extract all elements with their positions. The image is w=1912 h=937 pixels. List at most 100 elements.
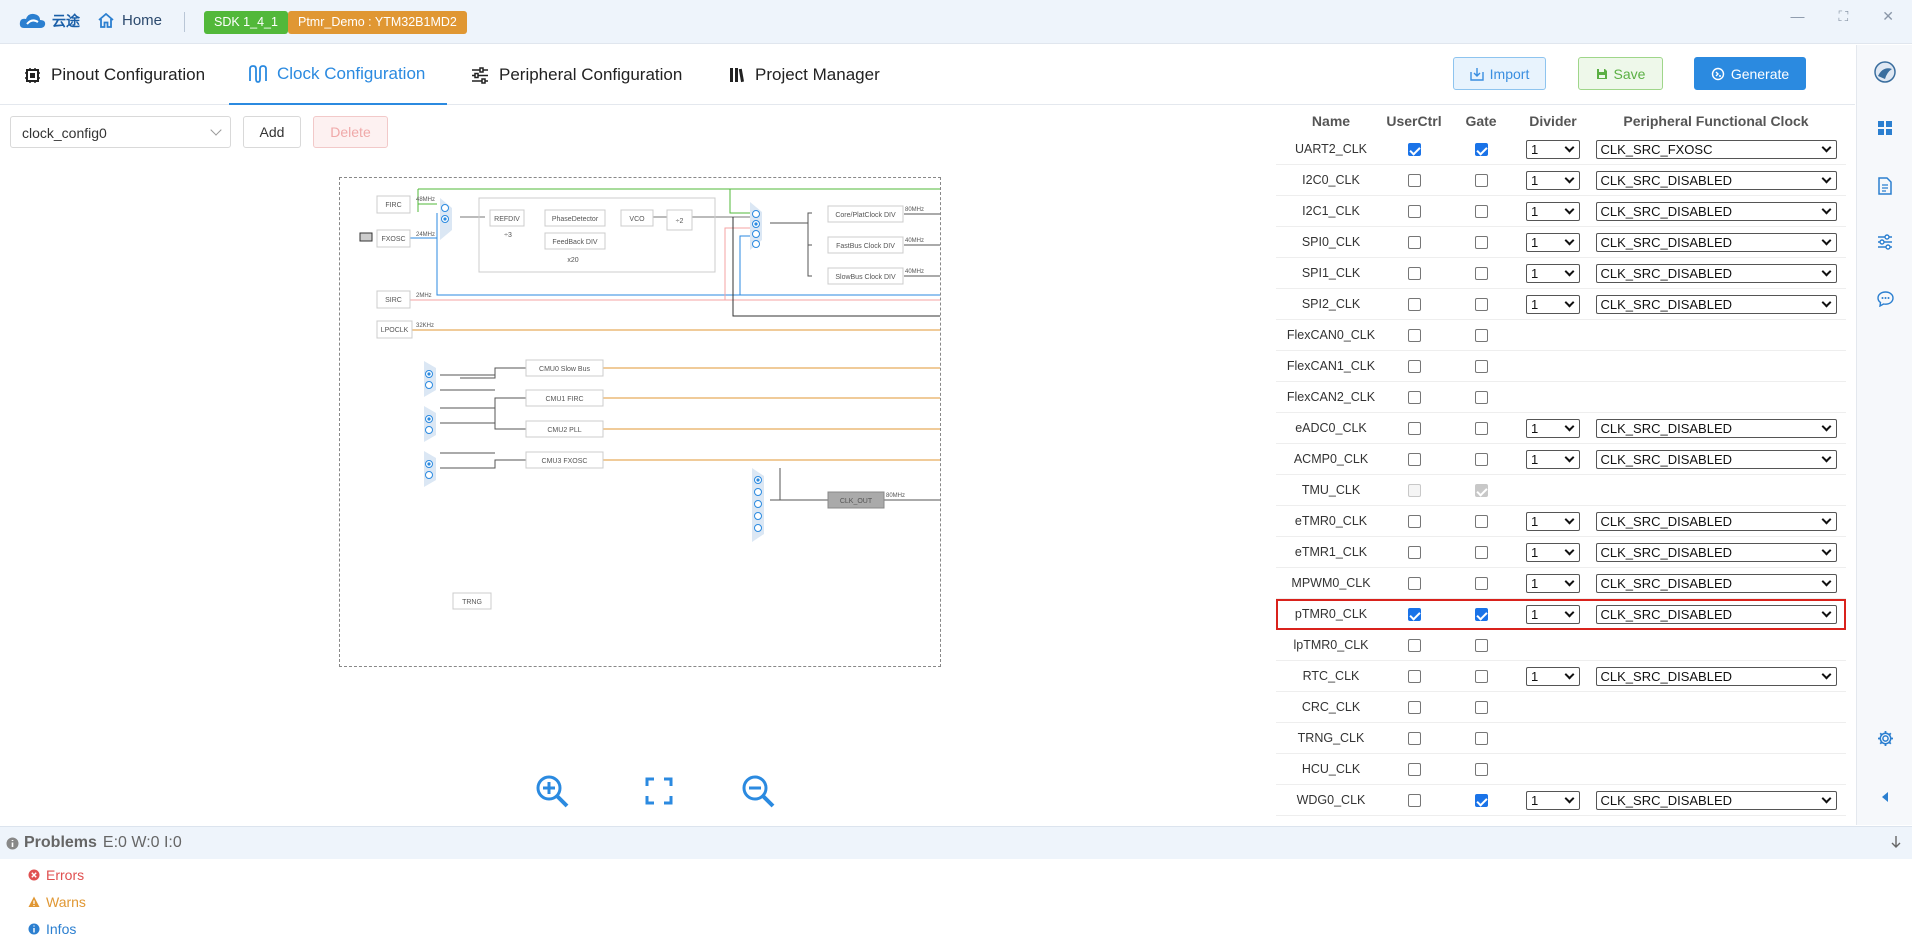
document-icon[interactable] [1875,177,1895,197]
grid-icon[interactable] [1875,120,1895,140]
divider-select[interactable]: 1 [1526,201,1580,221]
gate-checkbox[interactable] [1474,732,1488,746]
gate-checkbox[interactable] [1474,546,1488,560]
problems-infos[interactable]: Infos [28,921,76,937]
problems-warns[interactable]: Warns [28,894,86,910]
project-badge[interactable]: Ptmr_Demo : YTM32B1MD2 [288,11,467,34]
add-config-button[interactable]: Add [243,116,301,148]
divider-select[interactable]: 1 [1526,418,1580,438]
gate-checkbox[interactable] [1474,360,1488,374]
userctrl-checkbox[interactable] [1407,515,1421,529]
userctrl-checkbox[interactable] [1407,608,1421,622]
userctrl-checkbox[interactable] [1407,639,1421,653]
gate-checkbox[interactable] [1474,794,1488,808]
gate-checkbox[interactable] [1474,391,1488,405]
gear-icon[interactable] [1875,730,1895,750]
userctrl-checkbox[interactable] [1407,577,1421,591]
divider-select[interactable]: 1 [1526,170,1580,190]
pfc-select[interactable]: CLK_SRC_DISABLED [1595,201,1837,221]
divider-select[interactable]: 1 [1526,666,1580,686]
userctrl-checkbox[interactable] [1407,236,1421,250]
problems-errors[interactable]: Errors [28,867,84,883]
pfc-select[interactable]: CLK_SRC_DISABLED [1595,666,1837,686]
tab-project-manager[interactable]: Project Manager [729,45,880,105]
zoom-in-icon[interactable] [534,773,572,809]
divider-select[interactable]: 1 [1526,294,1580,314]
block-cmu3[interactable]: CMU3 FXOSC [542,458,588,465]
userctrl-checkbox[interactable] [1407,546,1421,560]
gate-checkbox[interactable] [1474,174,1488,188]
block-cmu0[interactable]: CMU0 Slow Bus [539,366,590,373]
divider-select[interactable]: 1 [1526,542,1580,562]
userctrl-checkbox[interactable] [1407,670,1421,684]
block-cmu1[interactable]: CMU1 FIRC [545,396,583,403]
divider-select[interactable]: 1 [1526,604,1580,624]
gate-checkbox[interactable] [1474,267,1488,281]
tab-clock-configuration[interactable]: Clock Configuration [229,45,448,105]
pfc-select[interactable]: CLK_SRC_DISABLED [1595,232,1837,252]
userctrl-checkbox[interactable] [1407,267,1421,281]
block-clk-out[interactable]: CLK_OUT [840,498,873,505]
gate-checkbox[interactable] [1474,329,1488,343]
userctrl-checkbox[interactable] [1407,360,1421,374]
clock-config-select[interactable]: clock_config0 [10,116,231,148]
gate-checkbox[interactable] [1474,763,1488,777]
tab-pinout-configuration[interactable]: Pinout Configuration [24,45,205,105]
userctrl-checkbox[interactable] [1407,763,1421,777]
home-link[interactable]: Home [98,12,162,29]
fit-screen-icon[interactable] [641,773,679,809]
pfc-select[interactable]: CLK_SRC_DISABLED [1595,294,1837,314]
sdk-badge[interactable]: SDK 1_4_1 [204,11,288,34]
pfc-select[interactable]: CLK_SRC_DISABLED [1595,263,1837,283]
pfc-select[interactable]: CLK_SRC_DISABLED [1595,511,1837,531]
divider-select[interactable]: 1 [1526,139,1580,159]
block-refdiv[interactable]: REFDIV [494,216,520,223]
block-fastbus-div[interactable]: FastBus Clock DIV [836,243,895,250]
pfc-select[interactable]: CLK_SRC_DISABLED [1595,604,1837,624]
problems-header[interactable]: Problems E:0 W:0 I:0 [0,827,1912,859]
minimize-icon[interactable]: — [1790,8,1804,25]
block-phase-detector[interactable]: PhaseDetector [552,216,599,223]
pfc-select[interactable]: CLK_SRC_DISABLED [1595,790,1837,810]
userctrl-checkbox[interactable] [1407,329,1421,343]
pfc-select[interactable]: CLK_SRC_DISABLED [1595,449,1837,469]
clock-tree-diagram[interactable]: FIRC FXOSC SIRC LPOCLK REFDIV PhaseDetec… [339,177,941,667]
chat-icon[interactable] [1875,291,1895,311]
userctrl-checkbox[interactable] [1407,701,1421,715]
userctrl-checkbox[interactable] [1407,205,1421,219]
gate-checkbox[interactable] [1474,422,1488,436]
userctrl-checkbox[interactable] [1407,794,1421,808]
block-cmu2[interactable]: CMU2 PLL [547,427,581,434]
gate-checkbox[interactable] [1474,515,1488,529]
gate-checkbox[interactable] [1474,670,1488,684]
delete-config-button[interactable]: Delete [313,116,388,148]
gate-checkbox[interactable] [1474,453,1488,467]
gate-checkbox[interactable] [1474,701,1488,715]
block-fxosc[interactable]: FXOSC [381,236,405,243]
userctrl-checkbox[interactable] [1407,732,1421,746]
arrow-down-icon[interactable] [1890,835,1902,849]
gate-checkbox[interactable] [1474,236,1488,250]
block-sirc[interactable]: SIRC [385,297,402,304]
divider-select[interactable]: 1 [1526,511,1580,531]
save-button[interactable]: Save [1578,57,1663,90]
block-vco[interactable]: VCO [629,216,645,223]
userctrl-checkbox[interactable] [1407,422,1421,436]
pfc-select[interactable]: CLK_SRC_DISABLED [1595,542,1837,562]
gate-checkbox[interactable] [1474,143,1488,157]
pfc-select[interactable]: CLK_SRC_DISABLED [1595,573,1837,593]
userctrl-checkbox[interactable] [1407,453,1421,467]
block-slowbus-div[interactable]: SlowBus Clock DIV [835,274,896,281]
pfc-select[interactable]: CLK_SRC_FXOSC [1595,139,1837,159]
sliders-icon[interactable] [1875,234,1895,254]
avatar[interactable] [1873,60,1897,84]
close-icon[interactable]: ✕ [1882,8,1894,25]
gate-checkbox[interactable] [1474,577,1488,591]
pfc-select[interactable]: CLK_SRC_DISABLED [1595,418,1837,438]
import-button[interactable]: Import [1453,57,1546,90]
maximize-icon[interactable]: ⛶ [1838,8,1848,25]
gate-checkbox[interactable] [1474,298,1488,312]
gate-checkbox[interactable] [1474,608,1488,622]
gate-checkbox[interactable] [1474,639,1488,653]
block-lpoclk[interactable]: LPOCLK [381,327,409,334]
